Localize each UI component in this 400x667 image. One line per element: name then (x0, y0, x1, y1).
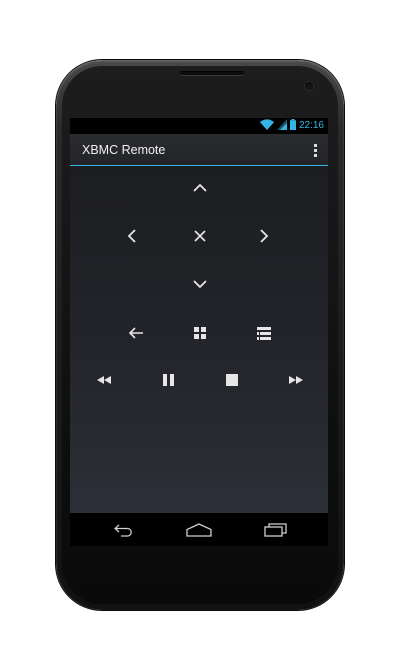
signal-icon (276, 118, 287, 135)
menu-button[interactable] (247, 316, 281, 350)
select-x-icon (194, 230, 206, 242)
back-arrow-icon (128, 327, 143, 339)
action-bar: XBMC Remote (70, 134, 328, 166)
nav-recents-icon (264, 523, 287, 537)
nav-home-icon (186, 523, 212, 537)
home-button[interactable] (183, 316, 217, 350)
back-button[interactable] (119, 316, 153, 350)
down-arrow-icon (193, 280, 207, 289)
overflow-menu-button[interactable] (308, 140, 322, 160)
pause-icon (162, 374, 174, 386)
earpiece-speaker (180, 71, 244, 75)
fast-forward-icon (289, 376, 303, 384)
status-clock: 22:16 (298, 120, 324, 131)
pause-button[interactable] (151, 363, 185, 397)
right-button[interactable] (247, 219, 281, 253)
left-button[interactable] (115, 219, 149, 253)
wifi-icon (259, 118, 274, 135)
down-button[interactable] (183, 267, 217, 301)
rewind-icon (97, 376, 111, 384)
home-grid-icon (194, 327, 206, 339)
nav-home-button[interactable] (179, 517, 219, 543)
menu-list-icon (257, 326, 271, 340)
up-button[interactable] (183, 171, 217, 205)
nav-back-icon (114, 524, 132, 537)
status-icons: 22:16 (259, 118, 324, 135)
overflow-menu-icon (313, 143, 317, 147)
right-arrow-icon (260, 229, 269, 243)
system-navigation-bar (70, 513, 328, 546)
stop-icon (226, 374, 238, 386)
select-button[interactable] (183, 219, 217, 253)
up-arrow-icon (193, 183, 207, 192)
front-camera (305, 82, 313, 90)
nav-recents-button[interactable] (256, 517, 296, 543)
nav-back-button[interactable] (104, 517, 144, 543)
fast-forward-button[interactable] (279, 363, 313, 397)
device-screen: 22:16 XBMC Remote (70, 118, 328, 546)
left-arrow-icon (127, 229, 136, 243)
app-title: XBMC Remote (82, 143, 166, 157)
battery-icon (289, 118, 296, 135)
stop-button[interactable] (215, 363, 249, 397)
status-bar: 22:16 (70, 118, 328, 134)
rewind-button[interactable] (87, 363, 121, 397)
remote-control-panel (70, 166, 328, 513)
